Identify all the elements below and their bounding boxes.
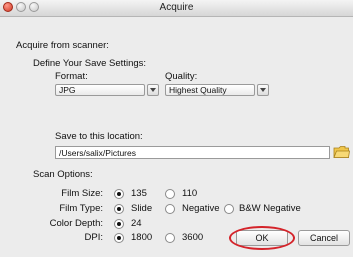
film-type-label: Film Type: xyxy=(59,203,103,214)
acquire-window: Acquire Acquire from scanner: Define You… xyxy=(0,0,353,257)
cancel-button[interactable]: Cancel xyxy=(298,230,350,246)
chevron-down-icon xyxy=(150,88,156,92)
color-depth-24-radio[interactable] xyxy=(114,219,124,229)
format-value: JPG xyxy=(59,85,76,95)
format-dropdown-button[interactable] xyxy=(147,84,159,96)
dpi-3600-radio[interactable] xyxy=(165,233,175,243)
highlight-ring xyxy=(229,226,295,250)
film-size-label: Film Size: xyxy=(61,188,103,199)
chevron-down-icon xyxy=(260,88,266,92)
scan-options-heading: Scan Options: xyxy=(33,169,93,180)
dpi-label: DPI: xyxy=(84,232,103,243)
film-size-110-radio[interactable] xyxy=(165,189,175,199)
location-value: /Users/salix/Pictures xyxy=(59,148,136,158)
dpi-3600-label: 3600 xyxy=(182,232,204,243)
format-select[interactable]: JPG xyxy=(55,84,145,96)
film-size-110-label: 110 xyxy=(182,188,198,199)
film-size-135-label: 135 xyxy=(131,188,147,199)
dpi-1800-label: 1800 xyxy=(131,232,153,243)
color-depth-24-label: 24 xyxy=(131,218,142,229)
film-size-135-radio[interactable] xyxy=(114,189,124,199)
film-type-bw-negative-radio[interactable] xyxy=(224,204,234,214)
save-settings-heading: Define Your Save Settings: xyxy=(33,58,147,69)
dpi-1800-radio[interactable] xyxy=(114,233,124,243)
location-label: Save to this location: xyxy=(55,131,143,142)
window-title: Acquire xyxy=(159,2,194,13)
film-type-slide-label: Slide xyxy=(131,203,153,214)
film-type-bw-negative-label: B&W Negative xyxy=(239,203,301,214)
film-type-negative-label: Negative xyxy=(182,203,220,214)
quality-dropdown-button[interactable] xyxy=(257,84,269,96)
format-label: Format: xyxy=(55,71,88,82)
film-type-slide-radio[interactable] xyxy=(114,204,124,214)
acquire-heading: Acquire from scanner: xyxy=(16,40,109,51)
quality-value: Highest Quality xyxy=(169,85,227,95)
location-field[interactable]: /Users/salix/Pictures xyxy=(55,146,330,159)
quality-label: Quality: xyxy=(165,71,198,82)
quality-select[interactable]: Highest Quality xyxy=(165,84,255,96)
folder-icon[interactable] xyxy=(333,145,350,159)
title-bar: Acquire xyxy=(0,0,353,17)
color-depth-label: Color Depth: xyxy=(49,218,103,229)
film-type-negative-radio[interactable] xyxy=(165,204,175,214)
